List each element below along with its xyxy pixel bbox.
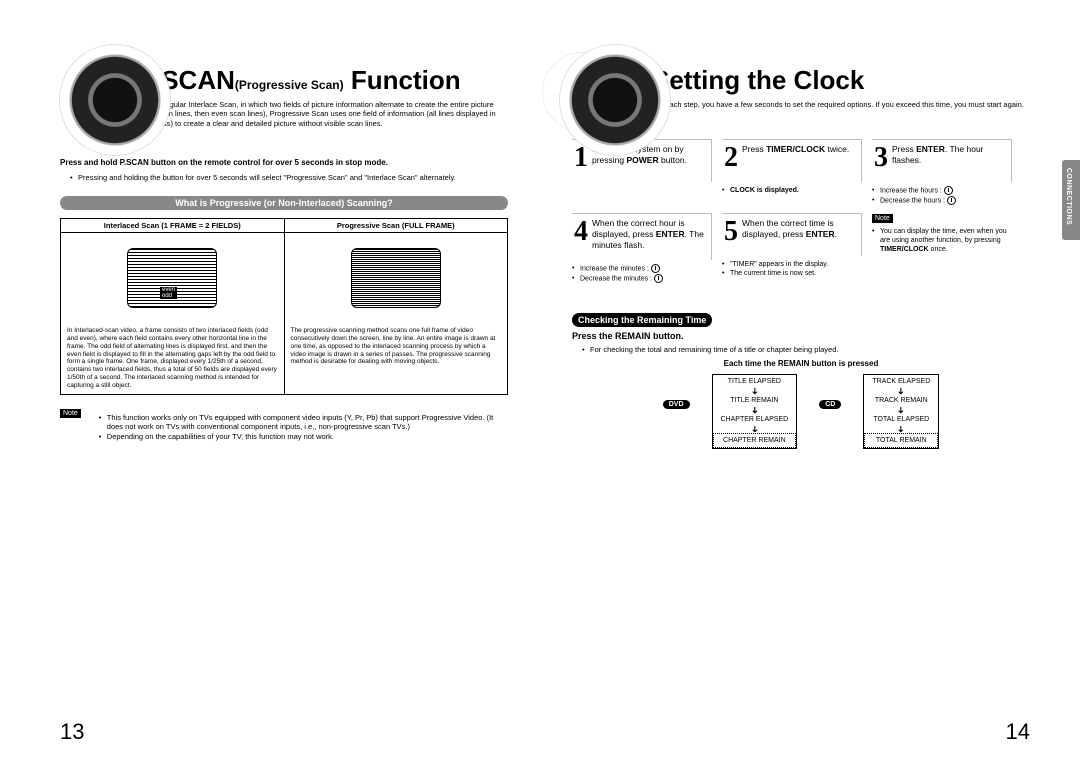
crt-icon-progressive: [351, 248, 441, 308]
step-text: Press ENTER. The hour flashes.: [892, 144, 984, 165]
page-number-right: 14: [1006, 719, 1030, 745]
hold-sub: Pressing and holding the button for over…: [70, 173, 508, 183]
comparison-table: Interlaced Scan (1 FRAME = 2 FIELDS) eve…: [60, 218, 508, 394]
step-sub: Increase the hours :: [872, 186, 1012, 195]
title-paren: (Progressive Scan): [235, 78, 344, 92]
note-badge: Note: [872, 214, 893, 223]
note2: Depending on the capabilities of your TV…: [99, 432, 508, 442]
dvd-badge: DVD: [663, 400, 690, 409]
page-title-right: Setting the Clock: [652, 65, 1030, 96]
page-number-left: 13: [60, 719, 84, 745]
step-note: Note You can display the time, even when…: [872, 213, 1012, 283]
step-number: 3: [874, 144, 888, 172]
col1-text: In Interlaced-scan video, a frame consis…: [61, 323, 284, 393]
step-number: 5: [724, 218, 738, 246]
step-sub: "TIMER" appears in the display.: [722, 260, 862, 269]
step-number: 2: [724, 144, 738, 172]
step-sub: Decrease the minutes :: [572, 274, 712, 283]
cd-badge: CD: [819, 400, 841, 409]
section-bar: What is Progressive (or Non-Interlaced) …: [60, 196, 508, 210]
steps-grid: 1 Switch the system on by pressing POWER…: [572, 139, 1030, 283]
side-tab: CONNECTIONS: [1062, 160, 1080, 240]
page-title-left: P.SCAN(Progressive Scan) Function: [140, 65, 508, 96]
note-badge: Note: [60, 409, 81, 418]
knob-icon: [651, 264, 660, 273]
step-sub: Decrease the hours :: [872, 196, 1012, 205]
knob-icon: [944, 186, 953, 195]
step-number: 4: [574, 218, 588, 246]
step-3: 3 Press ENTER. The hour flashes. Increas…: [872, 139, 1012, 205]
side-tab-label: CONNECTIONS: [1065, 168, 1072, 225]
note1: This function works only on TVs equipped…: [99, 413, 508, 433]
speaker-graphic: [560, 45, 670, 155]
odd-label: odd: [160, 293, 177, 299]
col1-header: Interlaced Scan (1 FRAME = 2 FIELDS): [61, 219, 284, 233]
title-suffix: Function: [344, 65, 461, 95]
check-bar: Checking the Remaining Time: [572, 313, 712, 327]
each-press: Each time the REMAIN button is pressed: [572, 359, 1030, 368]
step-sub: Increase the minutes :: [572, 264, 712, 273]
intro-text: Unlike regular Interlace Scan, in which …: [140, 100, 508, 128]
knob-icon: [947, 196, 956, 205]
arrow-down-icon: ➜: [751, 388, 757, 472]
intro-right: For each step, you have a few seconds to…: [652, 100, 1030, 109]
check-desc: For checking the total and remaining tim…: [582, 345, 1030, 355]
dvd-flow: TITLE ELAPSED ➜ TITLE REMAIN ➜ CHAPTER E…: [712, 374, 798, 449]
hold-instruction: Press and hold P.SCAN button on the remo…: [60, 158, 508, 168]
step-2: 2 Press TIMER/CLOCK twice. CLOCK is disp…: [722, 139, 862, 205]
step-4: 4 When the correct hour is displayed, pr…: [572, 213, 712, 283]
step-5: 5 When the correct time is displayed, pr…: [722, 213, 862, 283]
step-sub: The current time is now set.: [722, 269, 862, 278]
cd-flow: TRACK ELAPSED ➜ TRACK REMAIN ➜ TOTAL ELA…: [863, 374, 939, 449]
speaker-graphic: [60, 45, 170, 155]
step-sub: CLOCK is displayed.: [722, 186, 862, 195]
knob-icon: [654, 274, 663, 283]
crt-icon-interlaced: [127, 248, 217, 308]
col2-text: The progressive scanning method scans on…: [285, 323, 508, 370]
col2-header: Progressive Scan (FULL FRAME): [285, 219, 508, 233]
arrow-down-icon: ➜: [898, 393, 904, 467]
check-sub: Press the REMAIN button.: [572, 331, 1030, 341]
step-number: 1: [574, 144, 588, 172]
step-text: When the correct hour is displayed, pres…: [592, 218, 704, 249]
step-text: Press TIMER/CLOCK twice.: [742, 144, 849, 154]
step-text: When the correct time is displayed, pres…: [742, 218, 837, 239]
note-right: You can display the time, even when you …: [872, 227, 1012, 254]
